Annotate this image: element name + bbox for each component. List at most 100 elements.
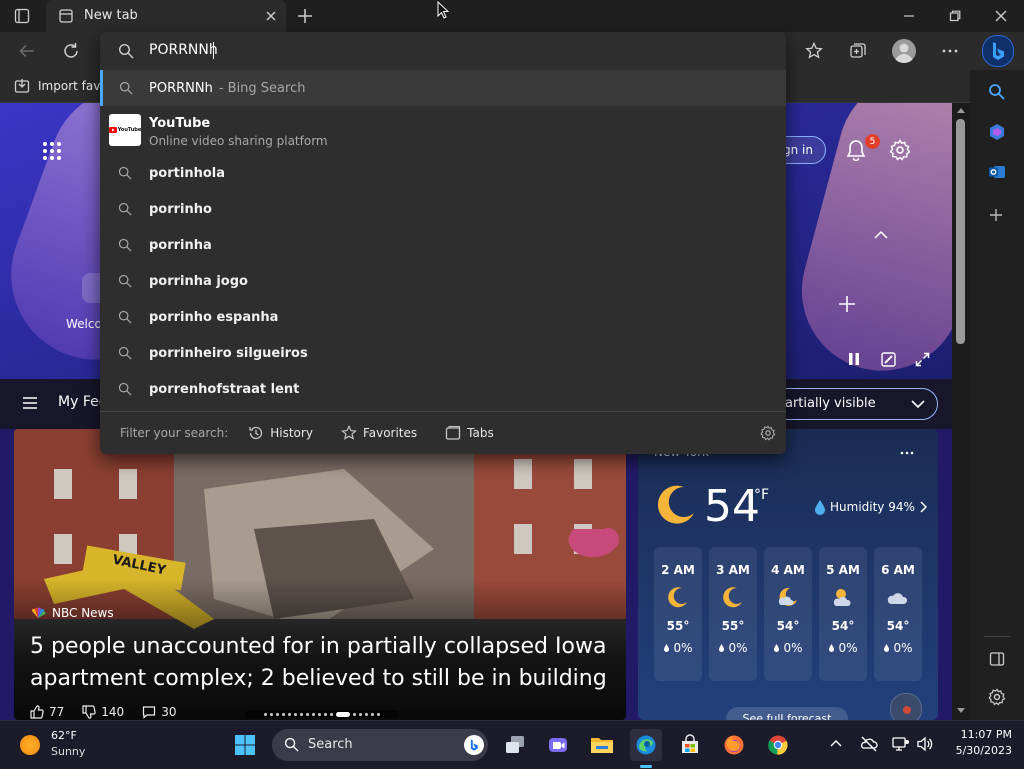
address-bar[interactable]: PORRNNh xyxy=(100,32,786,70)
see-full-forecast-button[interactable]: See full forecast xyxy=(726,707,848,720)
sidebar-search-icon[interactable] xyxy=(988,83,1005,100)
start-button[interactable] xyxy=(229,729,261,761)
thumbs-down-icon xyxy=(82,705,96,719)
import-icon xyxy=(14,78,30,94)
title-bar: New tab xyxy=(0,0,1024,32)
hourly-forecast-item[interactable]: 5 AM 54° 0% xyxy=(819,547,867,681)
bing-icon xyxy=(464,735,484,755)
apps-grid-icon[interactable] xyxy=(42,141,62,161)
hourly-forecast-item[interactable]: 3 AM 55° 0% xyxy=(709,547,757,681)
hourly-forecast-item[interactable]: 4 AM 54° 0% xyxy=(764,547,812,681)
humidity-link[interactable]: Humidity 94% xyxy=(814,499,927,515)
suggestion-item[interactable]: porrinha jogo xyxy=(100,263,786,299)
clock[interactable]: 11:07 PM 5/30/2023 xyxy=(946,728,1012,762)
close-window-button[interactable] xyxy=(978,0,1024,32)
layout-visibility-dropdown[interactable]: artially visible xyxy=(770,388,938,420)
task-view-icon[interactable] xyxy=(499,729,531,761)
page-scrollbar[interactable] xyxy=(952,103,970,720)
carousel-dots[interactable] xyxy=(245,710,399,718)
search-icon xyxy=(118,43,134,59)
hour-temp: 55° xyxy=(666,619,690,633)
youtube-logo-text: YouTube xyxy=(117,127,142,133)
refresh-icon[interactable] xyxy=(62,42,80,60)
copilot-icon[interactable] xyxy=(988,123,1006,141)
address-input[interactable]: PORRNNh xyxy=(149,42,218,58)
outlook-icon[interactable] xyxy=(988,163,1006,181)
hide-sidebar-icon[interactable] xyxy=(989,651,1005,667)
suggestion-text: porrinho xyxy=(149,201,212,217)
collapse-chevron-up-icon[interactable] xyxy=(873,229,889,241)
taskbar-weather-widget[interactable]: 62°F Sunny xyxy=(20,728,100,762)
expand-icon[interactable] xyxy=(915,352,930,367)
like-button[interactable]: 77 xyxy=(30,705,64,719)
import-favorites-button[interactable]: Import favo xyxy=(14,76,108,96)
edit-background-icon[interactable] xyxy=(881,352,896,367)
minimize-button[interactable] xyxy=(886,0,932,32)
news-headline[interactable]: 5 people unaccounted for in partially co… xyxy=(30,631,620,695)
sidebar-settings-gear-icon[interactable] xyxy=(988,688,1006,706)
tab-title: New tab xyxy=(84,8,138,23)
new-tab-button[interactable] xyxy=(296,7,314,25)
volume-icon[interactable] xyxy=(916,736,934,752)
tab-actions-icon[interactable] xyxy=(14,8,30,24)
file-explorer-icon[interactable] xyxy=(586,729,618,761)
tab-new-tab[interactable]: New tab xyxy=(46,0,286,32)
weather-more-icon[interactable] xyxy=(900,451,914,455)
filter-tabs[interactable]: Tabs xyxy=(445,425,494,441)
show-hidden-icons-chevron-icon[interactable] xyxy=(830,739,842,747)
dislike-button[interactable]: 140 xyxy=(82,705,124,719)
suggestion-item[interactable]: porrinho xyxy=(100,191,786,227)
suggestion-item[interactable]: porrenhofstraat lent xyxy=(100,371,786,407)
suggestion-youtube[interactable]: YouTube YouTube Online video sharing pla… xyxy=(100,108,786,152)
search-filters: Filter your search: History Favorites Ta… xyxy=(120,412,780,454)
hour-time: 2 AM xyxy=(661,563,695,577)
welcome-link-label[interactable]: Welco xyxy=(66,317,102,331)
news-card[interactable]: VALLEY NBC News 5 people unaccounted for… xyxy=(14,429,626,720)
scroll-up-arrow-icon[interactable] xyxy=(957,107,965,113)
notifications-bell-icon[interactable] xyxy=(845,139,867,161)
scrollbar-thumb[interactable] xyxy=(956,119,965,344)
page-settings-gear-icon[interactable] xyxy=(889,139,911,161)
suggestion-item[interactable]: porrinheiro silgueiros xyxy=(100,335,786,371)
clock-date: 5/30/2023 xyxy=(955,744,1012,757)
suggestion-item[interactable]: portinhola xyxy=(100,155,786,191)
add-sidebar-app-icon[interactable] xyxy=(989,208,1003,222)
filter-history[interactable]: History xyxy=(248,425,313,441)
feed-menu-icon[interactable] xyxy=(22,396,38,410)
taskbar-search-box[interactable]: Search xyxy=(272,729,488,761)
collections-icon[interactable] xyxy=(849,42,867,60)
suggestion-text: porrenhofstraat lent xyxy=(149,381,300,397)
chrome-icon[interactable] xyxy=(762,729,794,761)
youtube-play-icon xyxy=(108,127,117,133)
scroll-down-arrow-icon[interactable] xyxy=(957,708,965,714)
hourly-forecast-item[interactable]: 6 AM 54° 0% xyxy=(874,547,922,681)
pause-background-icon[interactable] xyxy=(847,352,861,366)
search-settings-gear-icon[interactable] xyxy=(760,425,776,441)
bing-copilot-icon[interactable] xyxy=(982,35,1014,67)
teams-chat-icon[interactable] xyxy=(542,729,574,761)
microsoft-store-icon[interactable] xyxy=(674,729,706,761)
restore-button[interactable] xyxy=(932,0,978,32)
back-icon[interactable] xyxy=(18,42,36,60)
favorites-star-icon[interactable] xyxy=(805,42,823,60)
suggestion-item[interactable]: porrinha xyxy=(100,227,786,263)
hourly-forecast-item[interactable]: 2 AM 55° 0% xyxy=(654,547,702,681)
news-reactions: 77 140 30 xyxy=(30,705,176,719)
firefox-icon[interactable] xyxy=(718,729,750,761)
add-quick-link-icon[interactable] xyxy=(837,294,857,314)
moon-icon xyxy=(721,585,745,609)
suggestion-bing-search[interactable]: PORRNNh - Bing Search xyxy=(100,70,786,106)
sun-cloud-icon xyxy=(831,585,855,609)
edge-browser-icon[interactable] xyxy=(630,729,662,761)
weather-map-thumbnail[interactable] xyxy=(890,693,922,720)
precip-drop-icon xyxy=(663,643,670,653)
network-icon[interactable] xyxy=(892,736,910,752)
suggestion-item[interactable]: porrinho espanha xyxy=(100,299,786,335)
filter-favorites[interactable]: Favorites xyxy=(341,425,417,441)
profile-avatar[interactable] xyxy=(892,39,916,63)
cloud-sync-icon[interactable] xyxy=(860,736,878,752)
more-options-icon[interactable] xyxy=(941,42,959,60)
weather-card[interactable]: New York 54 °F Humidity 94% 2 AM 55° 0% … xyxy=(638,429,938,720)
comment-button[interactable]: 30 xyxy=(142,705,176,719)
close-tab-icon[interactable] xyxy=(264,9,278,23)
